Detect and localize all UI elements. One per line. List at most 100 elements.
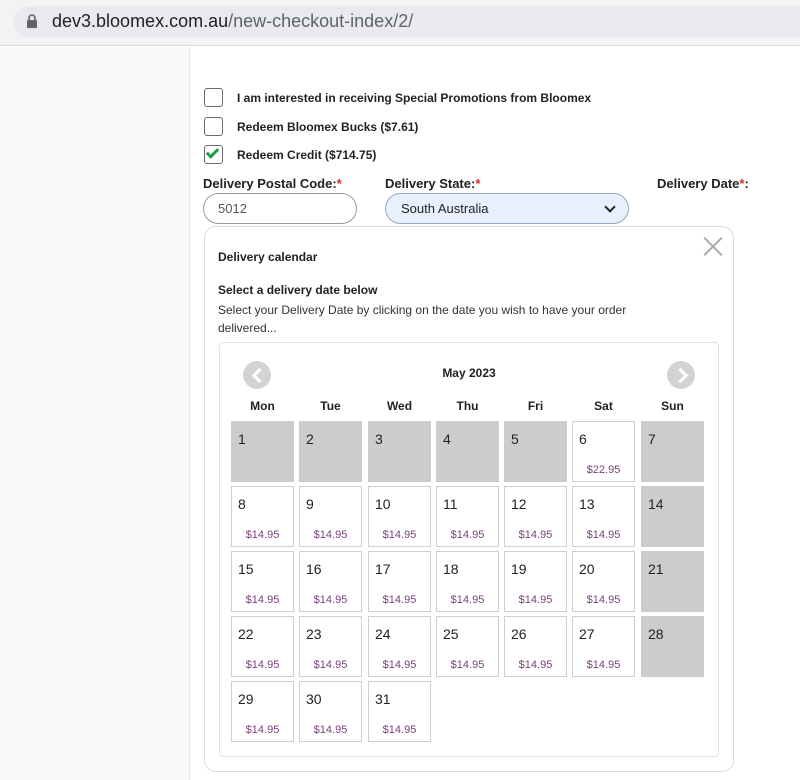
calendar-day-20[interactable]: 20 $14.95	[572, 551, 635, 612]
day-number: 27	[579, 626, 595, 642]
calendar-day-13[interactable]: 13 $14.95	[572, 486, 635, 547]
redeem-credit-option[interactable]: Redeem Credit ($714.75)	[204, 145, 376, 164]
promotions-option[interactable]: I am interested in receiving Special Pro…	[204, 88, 591, 107]
day-price: $14.95	[245, 724, 280, 736]
calendar-day-14: 14	[641, 486, 704, 547]
day-number: 24	[375, 626, 391, 642]
day-number: 8	[238, 496, 246, 512]
day-price: $14.95	[518, 594, 553, 606]
calendar-description: Select your Delivery Date by clicking on…	[218, 303, 627, 335]
calendar-day-26[interactable]: 26 $14.95	[504, 616, 567, 677]
day-number: 12	[511, 496, 527, 512]
day-number: 31	[375, 691, 391, 707]
calendar-day-4: 4	[436, 421, 499, 482]
calendar-day-7: 7	[641, 421, 704, 482]
day-price: $14.95	[586, 594, 621, 606]
redeem-credit-checkbox[interactable]	[204, 145, 223, 164]
day-number: 2	[306, 431, 314, 447]
day-price: $14.95	[382, 594, 417, 606]
prev-month-button[interactable]	[243, 361, 271, 389]
delivery-date-label: Delivery Date*:	[657, 176, 749, 191]
url-text[interactable]: dev3.bloomex.com.au/new-checkout-index/2…	[52, 11, 413, 32]
day-price: $14.95	[450, 659, 485, 671]
delivery-state-value: South Australia	[401, 201, 489, 216]
bloomex-bucks-option[interactable]: Redeem Bloomex Bucks ($7.61)	[204, 117, 418, 136]
day-number: 22	[238, 626, 254, 642]
day-price: $14.95	[313, 724, 348, 736]
promotions-label: I am interested in receiving Special Pro…	[237, 90, 592, 105]
day-price: $14.95	[586, 659, 621, 671]
calendar-day-22[interactable]: 22 $14.95	[231, 616, 294, 677]
day-price: $14.95	[245, 659, 280, 671]
day-number: 30	[306, 691, 322, 707]
day-number: 28	[648, 626, 664, 642]
day-price: $14.95	[382, 724, 417, 736]
day-number: 19	[511, 561, 527, 577]
day-price: $14.95	[313, 659, 348, 671]
calendar-day-10[interactable]: 10 $14.95	[368, 486, 431, 547]
calendar-day-18[interactable]: 18 $14.95	[436, 551, 499, 612]
day-number: 25	[443, 626, 459, 642]
day-price: $14.95	[313, 594, 348, 606]
required-mark: *	[336, 176, 342, 191]
delivery-state-select[interactable]: South Australia	[385, 193, 629, 224]
calendar-day-2: 2	[299, 421, 362, 482]
promotions-checkbox[interactable]	[204, 88, 223, 107]
required-mark: *	[475, 176, 481, 191]
day-price: $14.95	[518, 659, 553, 671]
calendar-day-29[interactable]: 29 $14.95	[231, 681, 294, 742]
url-domain: dev3.bloomex.com.au	[52, 11, 229, 31]
calendar-day-31[interactable]: 31 $14.95	[368, 681, 431, 742]
calendar-day-25[interactable]: 25 $14.95	[436, 616, 499, 677]
weekday-fri: Fri	[527, 399, 544, 413]
day-price: $14.95	[586, 529, 621, 541]
calendar-day-3: 3	[368, 421, 431, 482]
weekday-thu: Thu	[456, 399, 479, 413]
calendar-title: Delivery calendar	[218, 250, 318, 264]
weekday-tue: Tue	[320, 399, 341, 413]
calendar-day-1: 1	[231, 421, 294, 482]
day-number: 14	[648, 496, 664, 512]
redeem-credit-label: Redeem Credit ($714.75)	[237, 147, 377, 162]
day-price: $14.95	[313, 529, 348, 541]
calendar-day-28: 28	[641, 616, 704, 677]
calendar-day-8[interactable]: 8 $14.95	[231, 486, 294, 547]
day-price: $14.95	[450, 529, 485, 541]
day-number: 17	[375, 561, 391, 577]
day-price: $14.95	[518, 529, 553, 541]
day-number: 3	[375, 431, 383, 447]
day-number: 5	[511, 431, 519, 447]
day-number: 4	[443, 431, 451, 447]
postal-code-label: Delivery Postal Code:*	[203, 176, 342, 191]
close-icon[interactable]	[702, 235, 724, 257]
day-number: 10	[375, 496, 391, 512]
calendar-day-15[interactable]: 15 $14.95	[231, 551, 294, 612]
bloomex-bucks-checkbox[interactable]	[204, 117, 223, 136]
delivery-state-label: Delivery State:*	[385, 176, 481, 191]
month-label: May 2023	[442, 366, 496, 380]
calendar-day-27[interactable]: 27 $14.95	[572, 616, 635, 677]
calendar-day-12[interactable]: 12 $14.95	[504, 486, 567, 547]
calendar-day-9[interactable]: 9 $14.95	[299, 486, 362, 547]
calendar-day-30[interactable]: 30 $14.95	[299, 681, 362, 742]
calendar-day-21: 21	[641, 551, 704, 612]
calendar-day-19[interactable]: 19 $14.95	[504, 551, 567, 612]
day-price: $14.95	[450, 594, 485, 606]
day-price: $14.95	[382, 529, 417, 541]
day-number: 9	[306, 496, 314, 512]
day-number: 20	[579, 561, 595, 577]
postal-code-input[interactable]: 5012	[203, 193, 357, 224]
calendar-day-6[interactable]: 6 $22.95	[572, 421, 635, 482]
day-price: $22.95	[586, 464, 621, 476]
calendar-day-23[interactable]: 23 $14.95	[299, 616, 362, 677]
day-price: $14.95	[245, 529, 280, 541]
calendar-day-17[interactable]: 17 $14.95	[368, 551, 431, 612]
postal-code-value: 5012	[218, 201, 247, 216]
weekday-wed: Wed	[386, 399, 413, 413]
calendar-day-24[interactable]: 24 $14.95	[368, 616, 431, 677]
next-month-button[interactable]	[667, 361, 695, 389]
chevron-down-icon	[604, 201, 616, 213]
weekday-mon: Mon	[250, 399, 275, 413]
calendar-day-16[interactable]: 16 $14.95	[299, 551, 362, 612]
calendar-day-11[interactable]: 11 $14.95	[436, 486, 499, 547]
